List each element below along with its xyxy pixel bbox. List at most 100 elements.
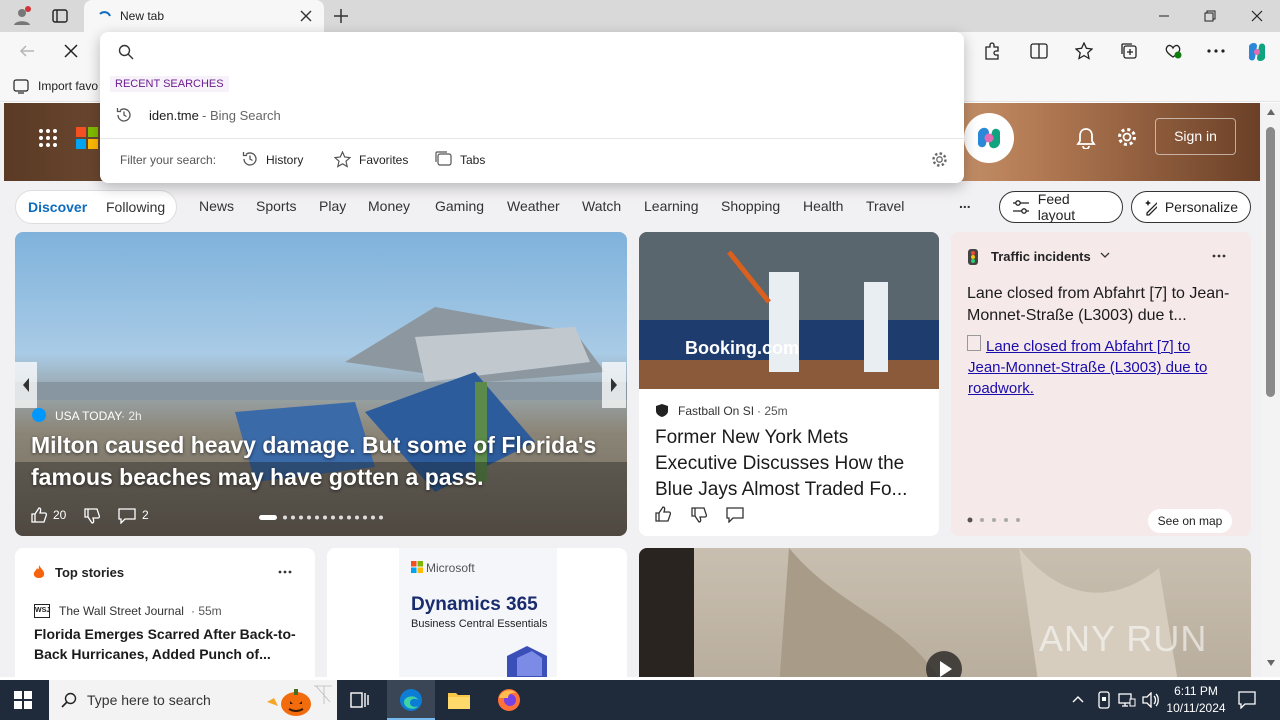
feed-layout-button[interactable]: Feed layout xyxy=(999,191,1123,223)
network-icon[interactable] xyxy=(1118,692,1136,708)
page-scrollbar[interactable] xyxy=(1262,103,1280,677)
nav-more[interactable]: ... xyxy=(959,195,971,211)
tab-discover[interactable]: Discover xyxy=(28,199,87,215)
personalize-button[interactable]: Personalize xyxy=(1131,191,1251,223)
new-tab-button[interactable] xyxy=(333,8,349,24)
apps-launcher-icon[interactable] xyxy=(38,128,58,148)
scroll-down-icon[interactable] xyxy=(1267,660,1275,666)
import-favorites-link[interactable]: Import favo xyxy=(38,79,98,93)
notification-center-icon[interactable] xyxy=(1238,691,1256,709)
file-explorer-icon[interactable] xyxy=(447,689,471,711)
see-on-map-button[interactable]: See on map xyxy=(1148,509,1232,533)
mets-comment-icon[interactable] xyxy=(726,507,744,523)
tab-following[interactable]: Following xyxy=(106,199,165,215)
news-card-mets[interactable]: Booking.com Fastball On SI · 25m Former … xyxy=(639,232,939,536)
volume-icon[interactable] xyxy=(1142,692,1160,708)
ad-product: Dynamics 365 xyxy=(411,594,538,615)
mets-headline[interactable]: Former New York Mets Executive Discusses… xyxy=(655,425,927,503)
address-input[interactable] xyxy=(144,40,944,64)
top-stories-title: Top stories xyxy=(55,565,125,580)
nav-learning[interactable]: Learning xyxy=(644,198,699,214)
top-stories-source: The Wall Street Journal xyxy=(59,604,184,618)
dropdown-settings-icon[interactable] xyxy=(931,151,948,168)
extensions-icon[interactable] xyxy=(983,42,1001,60)
traffic-more-icon[interactable] xyxy=(1212,254,1226,258)
stop-loading-button[interactable] xyxy=(64,44,78,58)
nav-play[interactable]: Play xyxy=(319,198,346,214)
video-card[interactable]: ANY RUN xyxy=(639,548,1251,677)
close-tab-icon[interactable] xyxy=(300,10,312,22)
mets-dislike-icon[interactable] xyxy=(690,506,708,524)
traffic-title[interactable]: Traffic incidents xyxy=(991,249,1091,264)
close-window-button[interactable] xyxy=(1251,10,1263,22)
recent-searches-header: RECENT SEARCHES xyxy=(110,76,229,92)
watermark: ANY RUN xyxy=(1039,618,1208,659)
hero-headline[interactable]: Milton caused heavy damage. But some of … xyxy=(31,429,611,493)
split-screen-icon[interactable] xyxy=(1030,42,1048,60)
back-button[interactable] xyxy=(19,43,35,59)
nav-news[interactable]: News xyxy=(199,198,234,214)
nav-travel[interactable]: Travel xyxy=(866,198,904,214)
top-stories-more-icon[interactable] xyxy=(278,570,292,574)
scroll-up-icon[interactable] xyxy=(1267,109,1275,115)
notifications-icon[interactable] xyxy=(1076,127,1096,149)
show-hidden-icons[interactable] xyxy=(1072,695,1084,703)
sparkle-pencil-icon xyxy=(1145,200,1157,216)
top-stories-headline[interactable]: Florida Emerges Scarred After Back-to-Ba… xyxy=(34,624,298,664)
sign-in-button[interactable]: Sign in xyxy=(1155,118,1236,155)
tab-actions-icon[interactable] xyxy=(52,8,68,24)
copilot-logo-icon xyxy=(977,127,1001,149)
start-button[interactable] xyxy=(14,691,32,709)
address-bar-dropdown: RECENT SEARCHES iden.tme - Bing Search F… xyxy=(100,32,964,183)
nav-gaming[interactable]: Gaming xyxy=(435,198,484,214)
ad-brand: Microsoft xyxy=(426,561,475,575)
edge-icon xyxy=(400,689,422,711)
copilot-button[interactable] xyxy=(964,113,1014,163)
tab-new-tab[interactable]: New tab xyxy=(84,0,324,32)
scroll-thumb[interactable] xyxy=(1266,127,1275,397)
restore-button[interactable] xyxy=(1204,10,1216,22)
mets-like-icon[interactable] xyxy=(654,505,672,523)
recent-search-item[interactable]: iden.tme - Bing Search xyxy=(100,100,964,130)
carousel-indicator[interactable] xyxy=(255,514,387,522)
new-tab-page: Sign in Discover Following News Sports P… xyxy=(0,103,1262,677)
meet-now-icon[interactable] xyxy=(1096,691,1112,709)
copilot-icon[interactable] xyxy=(1245,40,1269,64)
clock-date[interactable]: 10/11/2024 xyxy=(1164,701,1228,715)
taskbar-search-box[interactable]: Type here to search xyxy=(49,680,337,720)
clock-time[interactable]: 6:11 PM xyxy=(1174,684,1218,698)
traffic-light-icon xyxy=(967,249,979,265)
task-view-icon[interactable] xyxy=(350,691,370,709)
carousel-next-button[interactable] xyxy=(602,362,626,408)
taskbar-edge[interactable] xyxy=(387,680,435,720)
dislike-icon[interactable] xyxy=(83,507,101,525)
traffic-headline[interactable]: Lane closed from Abfahrt [7] to Jean-Mon… xyxy=(967,283,1237,327)
nav-watch[interactable]: Watch xyxy=(582,198,621,214)
traffic-link[interactable]: Lane closed from Abfahrt [7] to Jean-Mon… xyxy=(968,336,1228,399)
personalize-label: Personalize xyxy=(1164,199,1238,215)
top-stories-card: Top stories WSJ The Wall Street Journal … xyxy=(15,548,315,677)
minimize-button[interactable] xyxy=(1158,10,1170,22)
ad-card[interactable]: Microsoft Dynamics 365 Business Central … xyxy=(327,548,627,677)
profile-icon[interactable] xyxy=(12,6,32,26)
favorites-icon[interactable] xyxy=(1075,42,1093,60)
nav-shopping[interactable]: Shopping xyxy=(721,198,780,214)
carousel-prev-button[interactable] xyxy=(15,362,37,408)
firefox-icon[interactable] xyxy=(497,688,521,712)
nav-health[interactable]: Health xyxy=(803,198,843,214)
play-button[interactable] xyxy=(926,651,962,677)
nav-sports[interactable]: Sports xyxy=(256,198,296,214)
nav-weather[interactable]: Weather xyxy=(507,198,560,214)
traffic-pagination[interactable] xyxy=(967,517,1027,523)
nav-money[interactable]: Money xyxy=(368,198,410,214)
taskbar-search-placeholder: Type here to search xyxy=(87,692,211,708)
settings-and-more-icon[interactable] xyxy=(1207,49,1225,53)
comment-icon[interactable] xyxy=(118,508,136,524)
collections-icon[interactable] xyxy=(1120,42,1138,60)
baseball-photo xyxy=(639,232,939,389)
page-settings-icon[interactable] xyxy=(1116,126,1138,148)
like-icon[interactable] xyxy=(30,506,48,524)
browser-essentials-icon[interactable] xyxy=(1164,42,1182,60)
traffic-dropdown-chevron-icon[interactable] xyxy=(1100,252,1110,260)
hero-card[interactable]: USA TODAY · 2h Milton caused heavy damag… xyxy=(15,232,627,536)
